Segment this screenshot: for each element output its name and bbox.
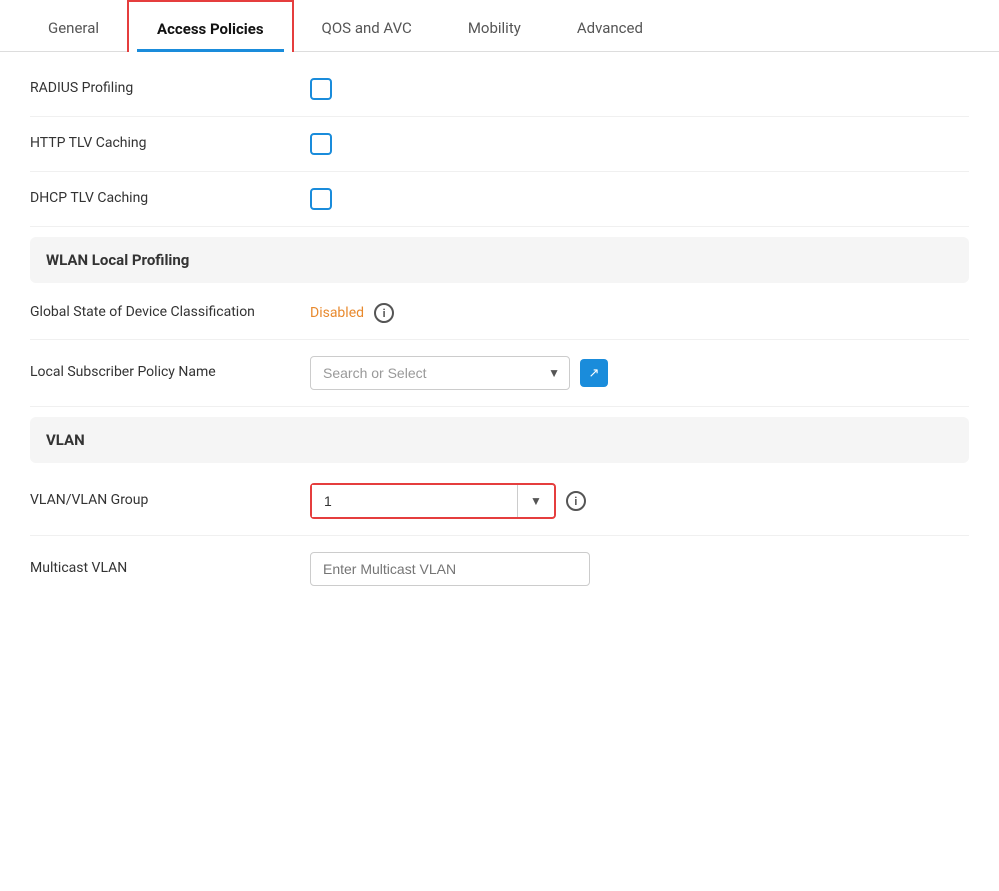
global-state-control: Disabled i [310, 303, 969, 323]
vlan-header: VLAN [30, 417, 969, 463]
radius-profiling-label: RADIUS Profiling [30, 79, 310, 99]
wlan-local-profiling-header: WLAN Local Profiling [30, 237, 969, 283]
multicast-vlan-label: Multicast VLAN [30, 559, 310, 579]
tab-advanced[interactable]: Advanced [549, 1, 671, 51]
http-tlv-checkbox[interactable] [310, 133, 332, 155]
vlan-group-control: ▼ i [310, 483, 969, 519]
radius-profiling-control [310, 78, 969, 100]
radius-profiling-row: RADIUS Profiling [30, 62, 969, 117]
global-state-row: Global State of Device Classification Di… [30, 287, 969, 340]
global-state-label: Global State of Device Classification [30, 303, 310, 323]
multicast-vlan-input[interactable] [310, 552, 590, 586]
vlan-info-icon[interactable]: i [566, 491, 586, 511]
vlan-group-label: VLAN/VLAN Group [30, 491, 310, 511]
global-state-info-icon[interactable]: i [374, 303, 394, 323]
tab-bar: General Access Policies QOS and AVC Mobi… [0, 0, 999, 52]
global-state-value: Disabled [310, 305, 364, 321]
local-subscriber-policy-label: Local Subscriber Policy Name [30, 363, 310, 383]
dhcp-tlv-label: DHCP TLV Caching [30, 189, 310, 209]
dhcp-tlv-checkbox[interactable] [310, 188, 332, 210]
local-subscriber-select-wrapper: Search or Select ▼ [310, 356, 570, 390]
local-subscriber-policy-control: Search or Select ▼ ↗ [310, 356, 969, 390]
vlan-select-wrapper: ▼ [310, 483, 556, 519]
radius-profiling-checkbox[interactable] [310, 78, 332, 100]
multicast-vlan-control [310, 552, 969, 586]
http-tlv-label: HTTP TLV Caching [30, 134, 310, 154]
tab-qos-avc[interactable]: QOS and AVC [294, 1, 440, 51]
dhcp-tlv-control [310, 188, 969, 210]
local-subscriber-policy-row: Local Subscriber Policy Name Search or S… [30, 340, 969, 407]
http-tlv-row: HTTP TLV Caching [30, 117, 969, 172]
external-link-button[interactable]: ↗ [580, 359, 608, 387]
tab-mobility[interactable]: Mobility [440, 1, 549, 51]
vlan-dropdown-button[interactable]: ▼ [518, 486, 554, 516]
tab-access-policies[interactable]: Access Policies [127, 0, 294, 52]
http-tlv-control [310, 133, 969, 155]
tab-general[interactable]: General [20, 1, 127, 51]
local-subscriber-select[interactable]: Search or Select [310, 356, 570, 390]
dhcp-tlv-row: DHCP TLV Caching [30, 172, 969, 227]
multicast-vlan-row: Multicast VLAN [30, 536, 969, 602]
vlan-value-input[interactable] [312, 485, 518, 517]
vlan-group-row: VLAN/VLAN Group ▼ i [30, 467, 969, 536]
content-area: RADIUS Profiling HTTP TLV Caching DHCP T… [0, 52, 999, 632]
